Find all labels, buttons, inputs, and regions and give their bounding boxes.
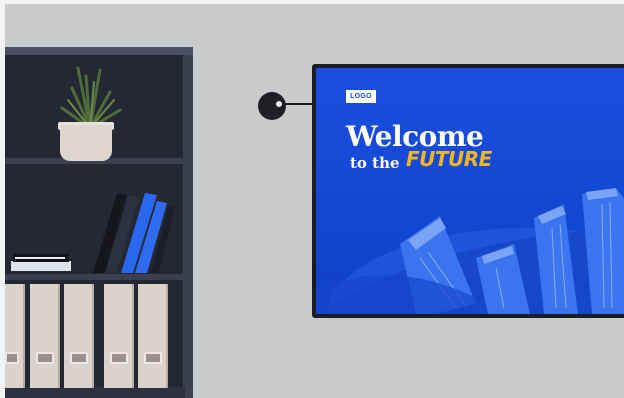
city-skyline-image [316,68,624,314]
binder-4 [104,284,134,388]
binder-3 [64,284,94,388]
future-highlight: FUTURE [406,147,492,171]
binder-1 [5,284,25,388]
bookshelf-bottom [5,387,185,398]
binder-label [110,352,128,364]
top-border [0,0,624,4]
connector-status-dot [276,101,282,107]
plant-pot [60,125,112,161]
connector-cable [282,103,314,105]
book-stack [11,193,175,273]
logo-badge: LOGO [346,90,376,103]
welcome-subline: to the [350,154,400,172]
binder-5 [138,284,168,388]
binder-label [70,352,88,364]
wireless-connector-icon [258,92,286,120]
binder-label [144,352,162,364]
binder-label [36,352,54,364]
tv-screen: LOGO Welcome to the FUTURE [316,68,624,314]
bookshelf-top [5,47,193,55]
binder-label [5,352,19,364]
binder-2 [30,284,60,388]
office-scene: LOGO Welcome to the FUTURE [0,0,624,398]
